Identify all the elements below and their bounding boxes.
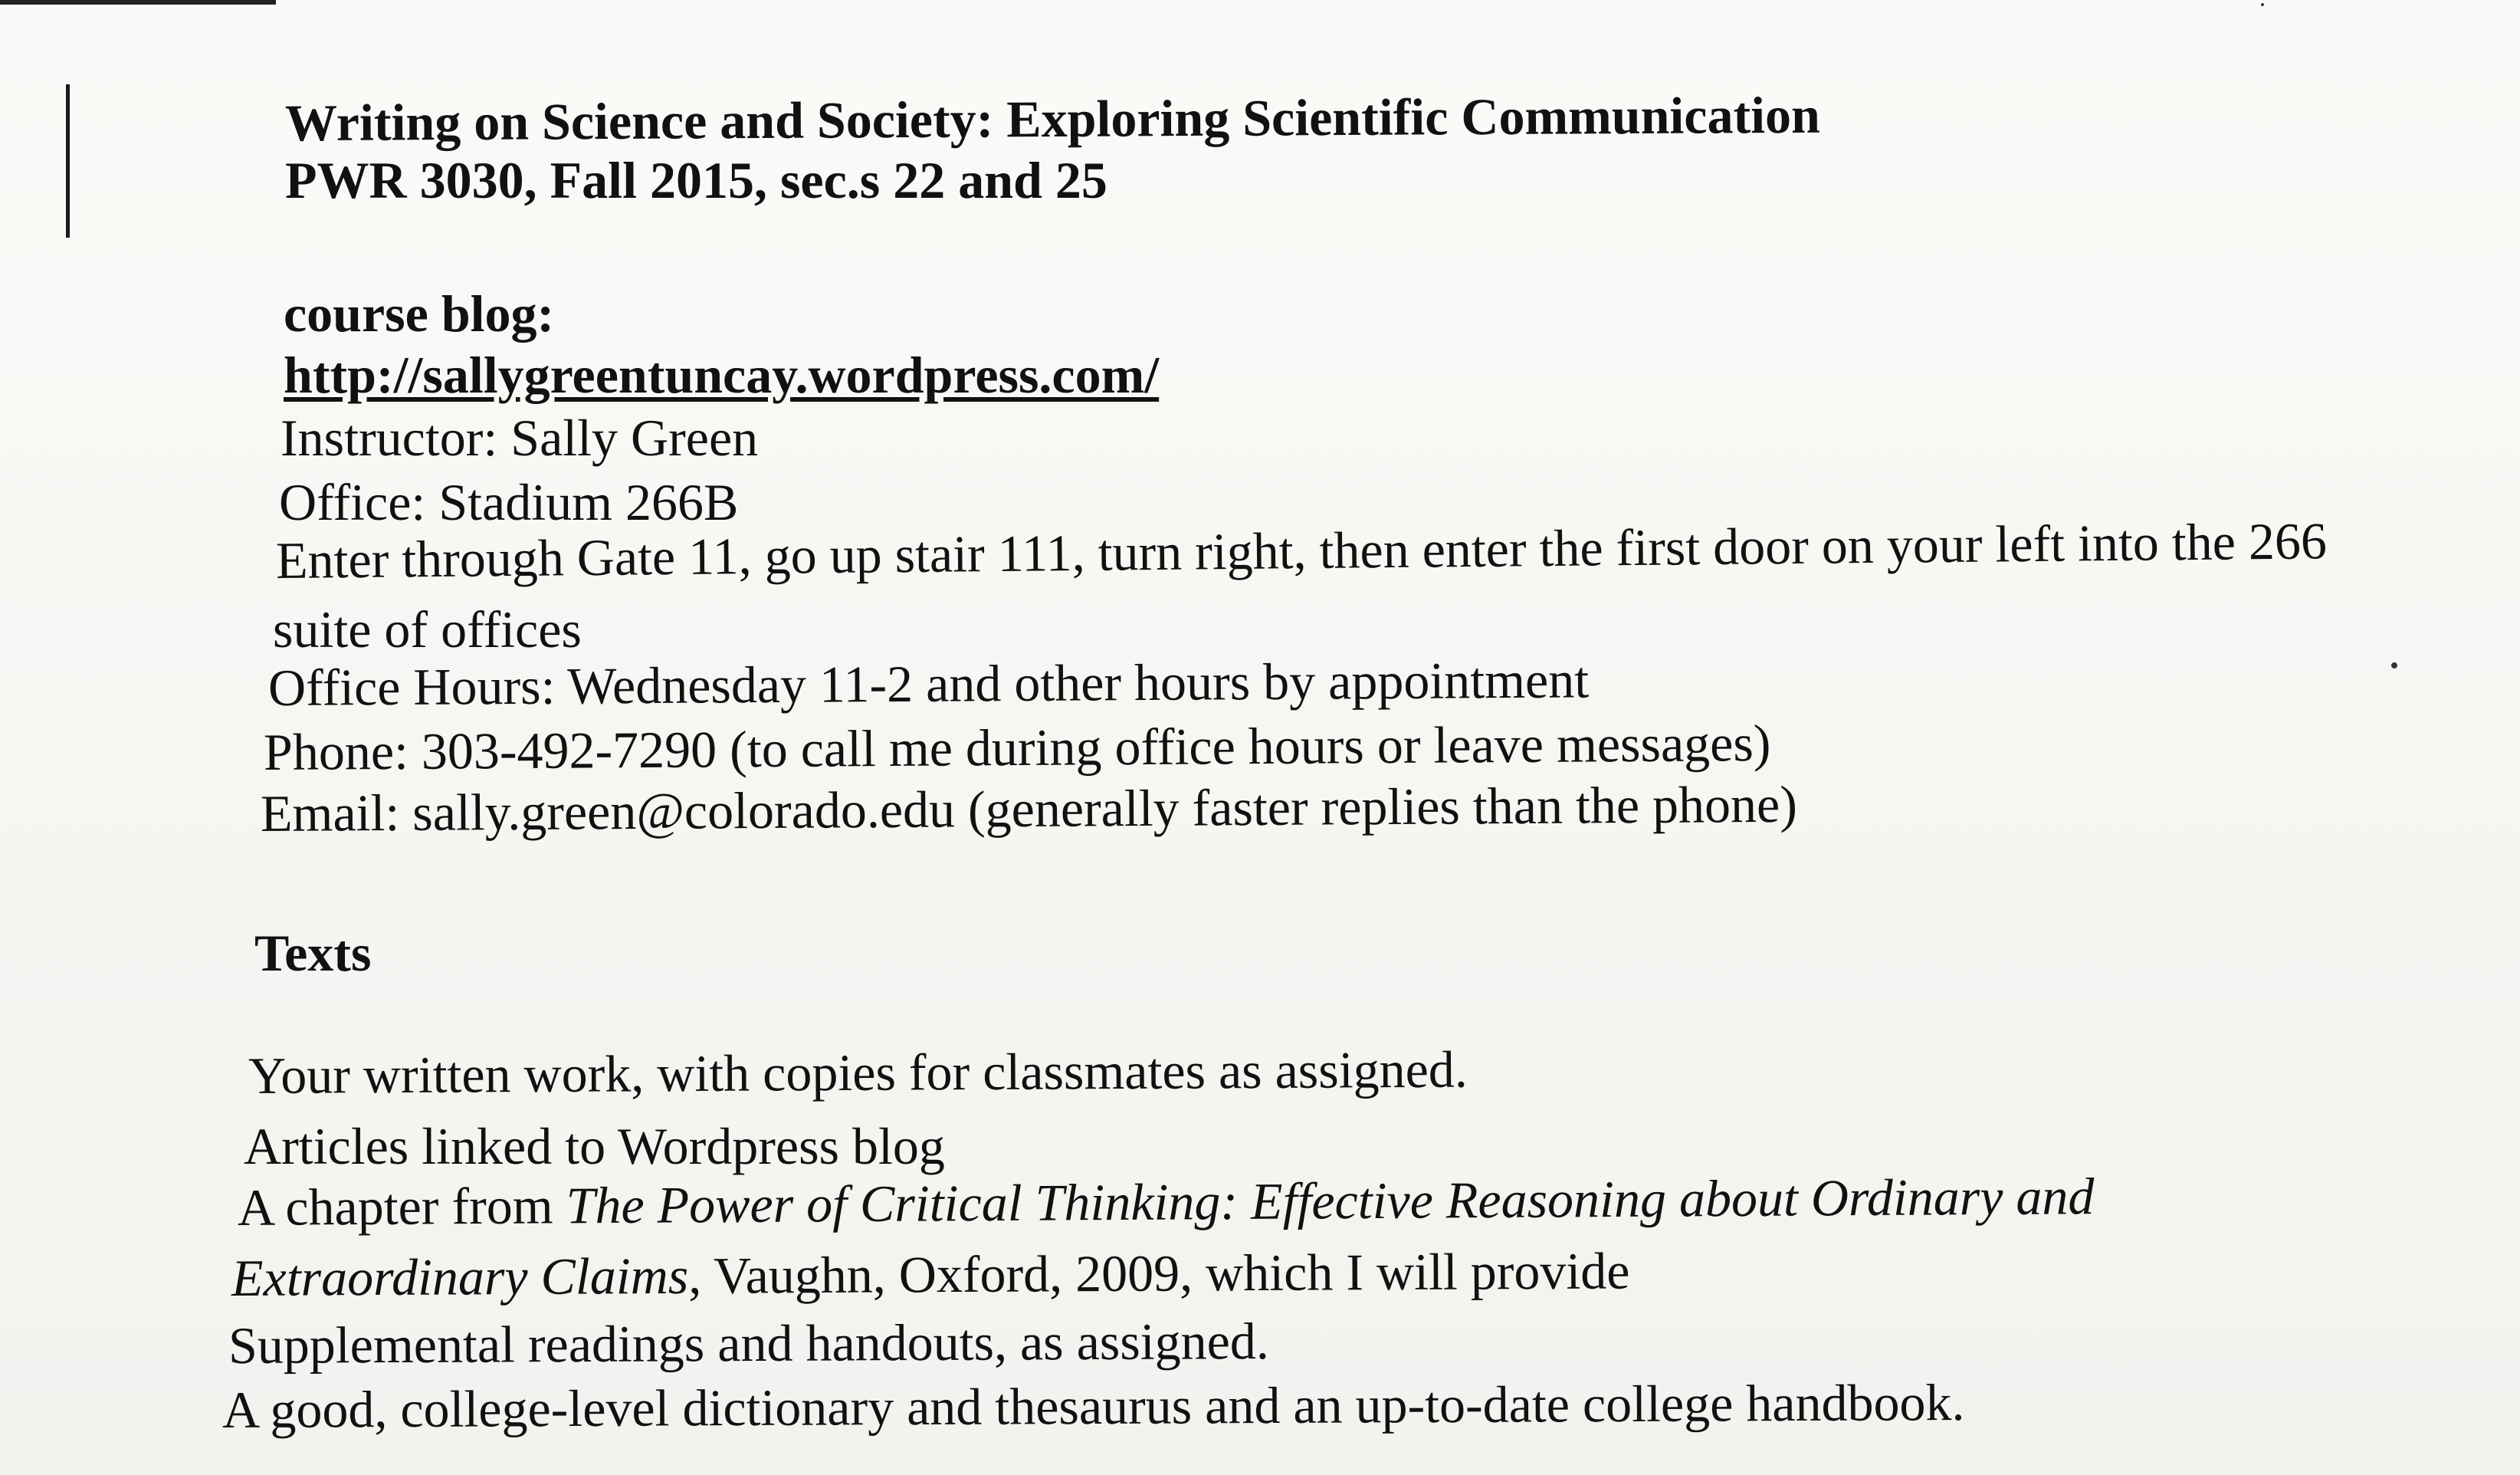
scanned-page: Writing on Science and Society: Explorin… bbox=[0, 0, 2520, 1475]
chapter-suffix: , Vaughn, Oxford, 2009, which I will pro… bbox=[688, 1241, 1630, 1305]
texts-item-written-work: Your written work, with copies for class… bbox=[248, 1040, 1468, 1105]
office-hours-line: Office Hours: Wednesday 11-2 and other h… bbox=[267, 650, 1590, 717]
texts-item-dictionary: A good, college-level dictionary and the… bbox=[221, 1373, 1965, 1439]
texts-item-supplemental: Supplemental readings and handouts, as a… bbox=[228, 1312, 1269, 1375]
texts-item-chapter-cont: Extraordinary Claims, Vaughn, Oxford, 20… bbox=[231, 1241, 1630, 1307]
email-line: Email: sally.green@colorado.edu (general… bbox=[260, 774, 1798, 843]
book-title: The Power of Critical Thinking: Effectiv… bbox=[566, 1167, 2095, 1235]
texts-item-chapter: A chapter from The Power of Critical Thi… bbox=[237, 1167, 2095, 1237]
directions-line-2: suite of offices bbox=[273, 600, 582, 659]
phone-line: Phone: 303-492-7290 (to call me during o… bbox=[263, 713, 1771, 781]
course-title: Writing on Science and Society: Explorin… bbox=[284, 85, 1821, 153]
course-code: PWR 3030, Fall 2015, sec.s 22 and 25 bbox=[285, 151, 1107, 209]
blog-label: course blog: bbox=[284, 284, 555, 343]
dust-speck bbox=[2391, 662, 2397, 669]
texts-heading: Texts bbox=[254, 924, 372, 982]
top-rule bbox=[0, 0, 276, 5]
office-line: Office: Stadium 266B bbox=[279, 473, 739, 531]
dust-speck bbox=[2261, 3, 2264, 6]
margin-mark bbox=[66, 84, 70, 238]
blog-url-link[interactable]: http://sallygreentuncay.wordpress.com/ bbox=[284, 347, 1159, 404]
book-title-cont: Extraordinary Claims bbox=[231, 1246, 689, 1307]
instructor-line: Instructor: Sally Green bbox=[281, 409, 759, 467]
chapter-prefix: A chapter from bbox=[237, 1176, 566, 1237]
texts-item-articles: Articles linked to Wordpress blog bbox=[244, 1117, 945, 1175]
